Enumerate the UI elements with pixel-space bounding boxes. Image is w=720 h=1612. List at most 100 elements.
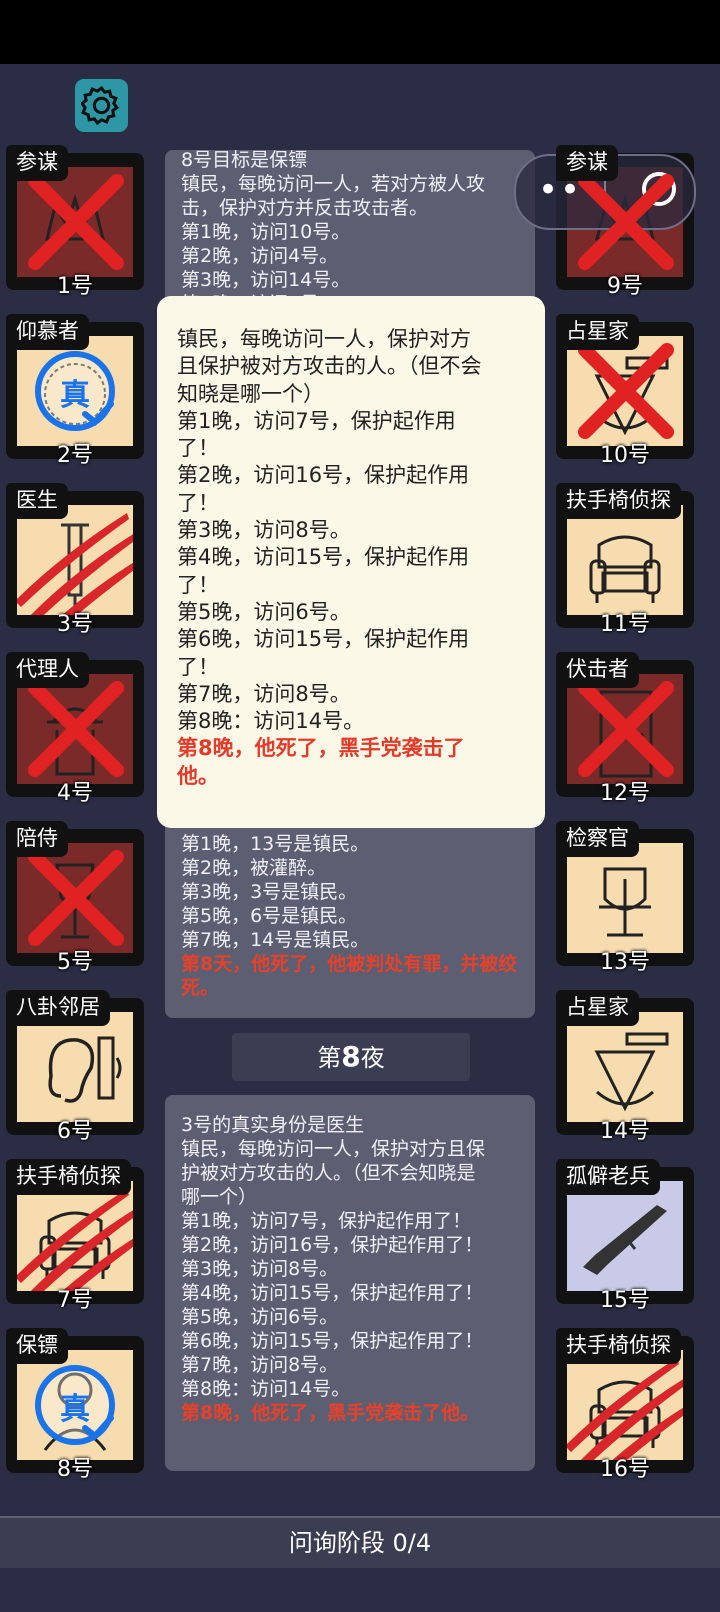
player-card[interactable]: 检察官 13号 bbox=[556, 821, 694, 975]
player-number: 4号 bbox=[57, 781, 93, 806]
rifle-icon bbox=[583, 1205, 667, 1275]
claw-scratch-icon bbox=[17, 513, 133, 615]
log-line: 第3晚，访问14号。 bbox=[181, 269, 351, 291]
claw-scratch-icon bbox=[17, 1189, 133, 1291]
log-line: 第4晚，访问15号，保护起作用了！ bbox=[181, 1282, 484, 1304]
player-card[interactable]: 扶手椅侦探 16号 bbox=[556, 1328, 694, 1482]
role-label: 扶手椅侦探 bbox=[556, 483, 681, 519]
role-label: 保镖 bbox=[6, 1328, 68, 1364]
player-card[interactable]: 陪侍 5号 bbox=[6, 821, 144, 975]
player-card[interactable]: 伏击者 12号 bbox=[556, 652, 694, 806]
player-card[interactable]: 仰慕者真 2号 bbox=[6, 314, 144, 468]
role-portrait bbox=[567, 1350, 683, 1460]
log-line: 镇民，每晚访问一人，保护对方且保 bbox=[181, 1138, 486, 1160]
log-line: 第1晚，13号是镇民。 bbox=[181, 833, 370, 855]
log-line: 第2晚，访问4号。 bbox=[181, 245, 339, 267]
settings-button[interactable] bbox=[75, 79, 128, 132]
log-line: 第1晚，访问7号，保护起作用了！ bbox=[181, 1210, 472, 1232]
log-line: 第1晚，访问10号。 bbox=[181, 221, 351, 243]
player-card[interactable]: 占星家 14号 bbox=[556, 990, 694, 1144]
role-portrait bbox=[17, 505, 133, 615]
player-card[interactable]: 八卦邻居 6号 bbox=[6, 990, 144, 1144]
dead-mark-icon bbox=[578, 174, 674, 270]
armchair-icon bbox=[589, 535, 661, 603]
log-line: 第7晚，访问8号。 bbox=[181, 1354, 339, 1376]
log-line: 第3晚，访问8号。 bbox=[177, 518, 351, 543]
player-card[interactable]: 扶手椅侦探 7号 bbox=[6, 1159, 144, 1313]
dead-mark-icon bbox=[28, 174, 124, 270]
role-portrait bbox=[567, 843, 683, 953]
history-log-mid: 第1晚，13号是镇民。 第2晚，被灌醉。 第3晚，3号是镇民。 第5晚，6号是镇民。第… bbox=[165, 800, 535, 1018]
role-portrait bbox=[17, 843, 133, 953]
dead-mark-icon bbox=[578, 343, 674, 439]
role-portrait bbox=[17, 1012, 133, 1122]
log-line: 第3晚，3号是镇民。 bbox=[181, 881, 358, 903]
player-card[interactable]: 代理人 4号 bbox=[6, 652, 144, 806]
log-line: 第5晚，6号是镇民。 bbox=[181, 905, 358, 927]
log-line: 第1晚，访问7号，保护起作用 bbox=[177, 408, 456, 433]
log-line: 了！ bbox=[177, 436, 219, 461]
role-label: 检察官 bbox=[556, 821, 639, 857]
role-portrait bbox=[17, 674, 133, 784]
player-card[interactable]: 参谋 1号 bbox=[6, 145, 144, 299]
role-portrait bbox=[17, 167, 133, 277]
log-line: 且保护被对方攻击的人。（但不会 bbox=[177, 354, 482, 379]
log-line: 第8晚：访问14号。 bbox=[177, 709, 365, 734]
history-log-bottom: 3号的真实身份是医生 镇民，每晚访问一人，保护对方且保 护被对方攻击的人。（但不会知… bbox=[165, 1095, 535, 1471]
log-line: 第6晚，访问15号，保护起作用了！ bbox=[181, 1330, 484, 1352]
role-label: 占星家 bbox=[556, 990, 639, 1026]
player-number: 7号 bbox=[57, 1288, 93, 1313]
role-detail-popup[interactable]: 镇民，每晚访问一人，保护对方 且保护被对方攻击的人。（但不会 知晓是哪一个） 第1晚，… bbox=[157, 296, 545, 828]
role-label: 占星家 bbox=[556, 314, 639, 350]
log-line: 第3晚，访问8号。 bbox=[181, 1258, 339, 1280]
player-number: 16号 bbox=[600, 1457, 650, 1482]
role-label: 陪侍 bbox=[6, 821, 68, 857]
player-number: 15号 bbox=[600, 1288, 650, 1313]
role-portrait: 真 bbox=[17, 1350, 133, 1460]
history-log-top: 8号目标是保镖 镇民，每晚访问一人，若对方被人攻 击，保护对方并反击攻击者。 第1晚，… bbox=[165, 149, 535, 315]
bottom-area bbox=[0, 1568, 720, 1612]
log-line: 了！ bbox=[177, 654, 219, 679]
log-line: 第8晚：访问14号。 bbox=[181, 1378, 351, 1400]
log-line: 第8晚，他死了，黑手党袭击了 bbox=[177, 736, 465, 761]
role-label: 扶手椅侦探 bbox=[556, 1328, 681, 1364]
log-line: 击，保护对方并反击攻击者。 bbox=[181, 197, 429, 219]
role-label: 孤僻老兵 bbox=[556, 1159, 660, 1195]
log-line: 知晓是哪一个） bbox=[177, 381, 324, 406]
status-bar bbox=[0, 0, 720, 64]
sextant-icon bbox=[594, 1032, 669, 1112]
role-portrait bbox=[567, 336, 683, 446]
verified-stamp-icon: 真 bbox=[31, 350, 119, 436]
log-mid-red: 第8天，他死了，他被判处有罪，并被绞死。 bbox=[181, 953, 518, 999]
log-line: 8号目标是保镖 bbox=[181, 149, 308, 171]
player-card[interactable]: 医生 3号 bbox=[6, 483, 144, 637]
role-portrait bbox=[567, 505, 683, 615]
player-number: 6号 bbox=[57, 1119, 93, 1144]
log-line: 第4晚，访问15号，保护起作用 bbox=[177, 545, 470, 570]
log-line: 他。 bbox=[177, 763, 219, 788]
scales-icon bbox=[599, 867, 651, 937]
role-label: 仰慕者 bbox=[6, 314, 89, 350]
role-label: 医生 bbox=[6, 483, 68, 519]
ear-icon bbox=[48, 1036, 122, 1103]
player-number: 3号 bbox=[57, 612, 93, 637]
role-portrait bbox=[567, 674, 683, 784]
role-portrait bbox=[567, 167, 683, 277]
role-label: 伏击者 bbox=[556, 652, 639, 688]
stamp-text: 真 bbox=[60, 1392, 90, 1427]
log-line: 第5晚，访问6号。 bbox=[181, 1306, 339, 1328]
dead-mark-icon bbox=[28, 850, 124, 946]
log-line: 第2晚，访问16号，保护起作用 bbox=[177, 463, 470, 488]
role-portrait bbox=[567, 1181, 683, 1291]
player-card[interactable]: 扶手椅侦探 11号 bbox=[556, 483, 694, 637]
player-card[interactable]: 占星家 10号 bbox=[556, 314, 694, 468]
player-card[interactable]: 保镖真 8号 bbox=[6, 1328, 144, 1482]
role-portrait bbox=[17, 1181, 133, 1291]
player-card[interactable]: 参谋 9号 bbox=[556, 145, 694, 299]
player-number: 8号 bbox=[57, 1457, 93, 1482]
player-number: 13号 bbox=[600, 950, 650, 975]
verified-stamp-icon: 真 bbox=[31, 1364, 119, 1450]
player-card[interactable]: 孤僻老兵 15号 bbox=[556, 1159, 694, 1313]
log-line: 镇民，每晚访问一人，保护对方 bbox=[177, 327, 471, 351]
log-bottom-red: 第8晚，他死了，黑手党袭击了他。 bbox=[181, 1402, 480, 1424]
